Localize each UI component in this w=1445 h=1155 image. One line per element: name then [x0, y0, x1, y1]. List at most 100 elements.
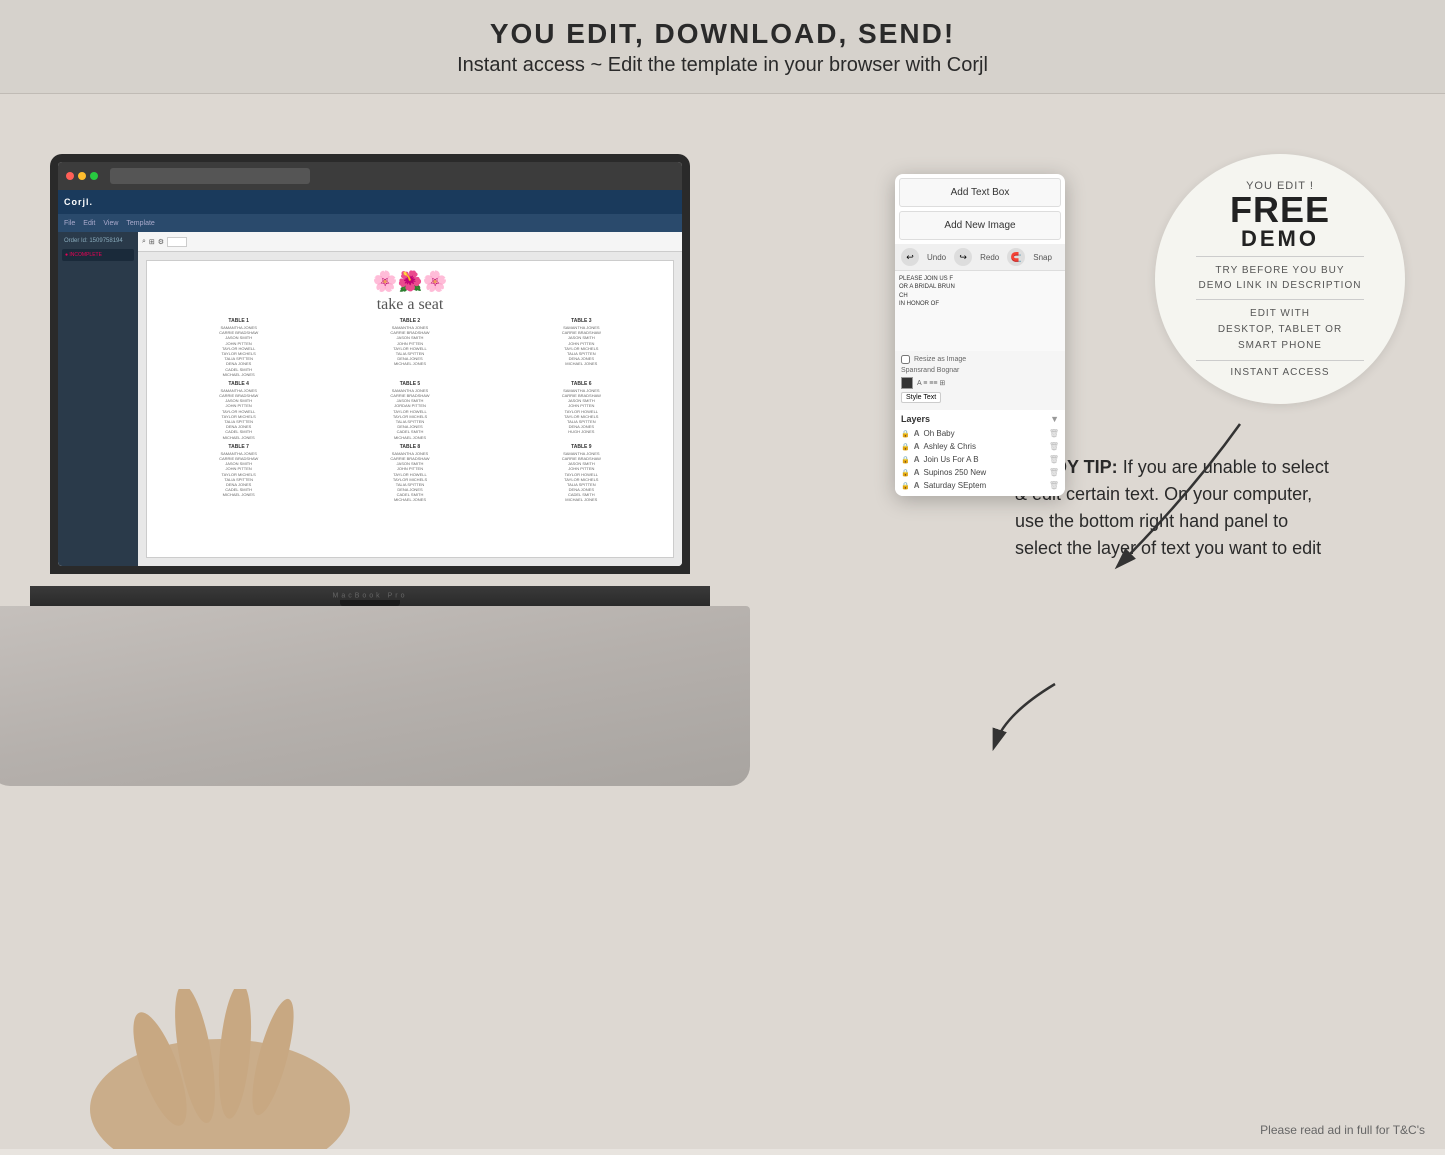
demo-circle: YOU EDIT ! FREE DEMO TRY BEFORE YOU BUY …	[1155, 154, 1405, 404]
corjl-body: Order Id: 1509758194 ● INCOMPLETE ⌕ ⊞ ⚙	[58, 232, 682, 566]
layers-title: Layers	[901, 414, 930, 424]
table-7-group: TABLE 7 SAMANTHA JONESCARRIE BRADSHAWJAS…	[155, 444, 322, 503]
layers-header: Layers ▼	[901, 414, 1059, 424]
table-8-label: TABLE 8	[326, 444, 493, 450]
demo-divider-1	[1196, 256, 1364, 257]
table-1-names: SAMANTHA JONESCARRIE BRADSHAWJASON SMITH…	[155, 325, 322, 377]
phone-canvas-preview: PLEASE JOIN US FOR A BRIDAL BRUNCHIN HON…	[895, 271, 1065, 351]
resize-label: Resize as Image	[914, 356, 966, 363]
corjl-menu: File Edit View Template	[58, 214, 682, 232]
table-7-label: TABLE 7	[155, 444, 322, 450]
snap-label: Snap	[1033, 253, 1052, 262]
toolbar-icon-2: ⊞	[149, 238, 155, 246]
table-3-names: SAMANTHA JONESCARRIE BRADSHAWJASON SMITH…	[498, 325, 665, 367]
undo-label: Undo	[927, 253, 946, 262]
table-8-names: SAMANTHA JONESCARRIE BRADSHAWJASON SMITH…	[326, 451, 493, 503]
corjl-sidebar: Order Id: 1509758194 ● INCOMPLETE	[58, 232, 138, 566]
maximize-dot	[90, 172, 98, 180]
lock-icon-1: 🔒	[901, 430, 910, 438]
layer-join-us[interactable]: 🔒 A Join Us For A B 🗑	[901, 453, 1059, 466]
font-name: Spansrand Bognar	[901, 367, 959, 374]
corjl-logo: Corjl.	[64, 197, 93, 207]
floral-decoration: 🌸🌺🌸	[155, 269, 665, 294]
style-text-btn[interactable]: Style Text	[901, 392, 941, 403]
preview-text: PLEASE JOIN US FOR A BRIDAL BRUNCHIN HON…	[899, 275, 1061, 309]
menu-item-view: View	[103, 220, 118, 227]
layer-supinos[interactable]: 🔒 A Supinos 250 New 🗑	[901, 466, 1059, 479]
layer-name-1: Oh Baby	[924, 429, 955, 438]
layer-type-4: A	[914, 468, 920, 477]
corjl-canvas: 🌸🌺🌸 take a seat TABLE 1 SAMANTHA JONESCA…	[146, 260, 674, 558]
layer-saturday[interactable]: 🔒 A Saturday SEptem 🗑	[901, 479, 1059, 492]
table-3-group: TABLE 3 SAMANTHA JONESCARRIE BRADSHAWJAS…	[498, 318, 665, 377]
page-input	[167, 237, 187, 247]
table-2-names: SAMANTHA JONESCARRIE BRADSHAWJASON SMITH…	[326, 325, 493, 367]
table-1-group: TABLE 1 SAMANTHA JONESCARRIE BRADSHAWJAS…	[155, 318, 322, 377]
corjl-main: ⌕ ⊞ ⚙ 🌸🌺🌸 take a seat	[138, 232, 682, 566]
browser-chrome	[58, 162, 682, 190]
screen-inner: Corjl. File Edit View Template Order Id:…	[58, 162, 682, 566]
layer-type-5: A	[914, 481, 920, 490]
resize-row: Resize as Image	[901, 355, 1059, 364]
incomplete-status: ● INCOMPLETE	[65, 252, 131, 258]
table-3-label: TABLE 3	[498, 318, 665, 324]
top-banner: YOU EDIT, DOWNLOAD, SEND! Instant access…	[0, 0, 1445, 94]
layer-name-3: Join Us For A B	[924, 455, 979, 464]
toolbar-icon-3: ⚙	[158, 238, 164, 246]
font-row: Spansrand Bognar	[901, 367, 1059, 374]
table-9-names: SAMANTHA JONESCARRIE BRADSHAWJASON SMITH…	[498, 451, 665, 503]
minimize-dot	[78, 172, 86, 180]
table-6-group: TABLE 6 SAMANTHA JONESCARRIE BRADSHAWJAS…	[498, 381, 665, 440]
lock-icon-4: 🔒	[901, 469, 910, 477]
layer-name-2: Ashley & Chris	[924, 442, 976, 451]
redo-icon[interactable]: ↪	[954, 248, 972, 266]
table-6-names: SAMANTHA JONESCARRIE BRADSHAWJASON SMITH…	[498, 388, 665, 435]
color-swatch[interactable]	[901, 377, 913, 389]
menu-item-template: Template	[126, 220, 154, 227]
phone-text-options: Resize as Image Spansrand Bognar A ≡ ≡≡ …	[895, 351, 1065, 410]
layer-name-5: Saturday SEptem	[924, 481, 987, 490]
status-box: ● INCOMPLETE	[62, 249, 134, 261]
laptop-brand-label: MacBook Pro	[332, 593, 407, 600]
close-dot	[66, 172, 74, 180]
layer-oh-baby[interactable]: 🔒 A Oh Baby 🗑	[901, 427, 1059, 440]
lock-icon-2: 🔒	[901, 443, 910, 451]
demo-divider-3	[1196, 360, 1364, 361]
layer-ashley-chris[interactable]: 🔒 A Ashley & Chris 🗑	[901, 440, 1059, 453]
main-area: Corjl. File Edit View Template Order Id:…	[0, 94, 1445, 1149]
banner-subtitle: Instant access ~ Edit the template in yo…	[20, 54, 1425, 77]
resize-checkbox[interactable]	[901, 355, 910, 364]
toolbar-icons: ⌕ ⊞ ⚙	[142, 237, 187, 247]
seating-chart: 🌸🌺🌸 take a seat TABLE 1 SAMANTHA JONESCA…	[147, 261, 673, 557]
table-2-group: TABLE 2 SAMANTHA JONESCARRIE BRADSHAWJAS…	[326, 318, 493, 377]
lock-icon-3: 🔒	[901, 456, 910, 464]
laptop-base-top: MacBook Pro	[30, 586, 710, 606]
toolbar-icon-1: ⌕	[142, 238, 146, 246]
corjl-interface: Corjl. File Edit View Template Order Id:…	[58, 190, 682, 566]
table-1-label: TABLE 1	[155, 318, 322, 324]
demo-title-label: DEMO	[1241, 228, 1319, 250]
demo-try-label: TRY BEFORE YOU BUY DEMO LINK IN DESCRIPT…	[1199, 263, 1362, 293]
lock-icon-5: 🔒	[901, 482, 910, 490]
address-bar	[110, 168, 310, 184]
add-new-image-btn[interactable]: Add New Image	[899, 211, 1061, 240]
table-5-names: SAMANTHA JONESCARRIE BRADSHAWJASON SMITH…	[326, 388, 493, 440]
table-9-label: TABLE 9	[498, 444, 665, 450]
table-7-names: SAMANTHA JONESCARRIE BRADSHAWJASON SMITH…	[155, 451, 322, 498]
order-id: Order Id: 1509758194	[62, 236, 134, 246]
undo-icon[interactable]: ↩	[901, 248, 919, 266]
add-text-box-btn[interactable]: Add Text Box	[899, 178, 1061, 207]
table-4-group: TABLE 4 SAMANTHA JONESCARRIE BRADSHAWJAS…	[155, 381, 322, 440]
table-5-label: TABLE 5	[326, 381, 493, 387]
hand-on-keyboard	[80, 989, 360, 1149]
arrow-from-demo	[1040, 414, 1290, 594]
snap-icon[interactable]: 🧲	[1007, 248, 1025, 266]
tnc-text: Please read ad in full for T&C's	[1260, 1123, 1425, 1137]
table-4-names: SAMANTHA JONESCARRIE BRADSHAWJASON SMITH…	[155, 388, 322, 440]
demo-edit-with-label: EDIT WITH DESKTOP, TABLET OR SMART PHONE	[1218, 306, 1342, 354]
corjl-topbar: Corjl.	[58, 190, 682, 214]
controls-row: A ≡ ≡≡ ⊞	[901, 377, 1059, 389]
menu-item-edit: Edit	[83, 220, 95, 227]
laptop-keyboard-area	[0, 606, 750, 786]
arrow-to-layers	[975, 674, 1075, 754]
